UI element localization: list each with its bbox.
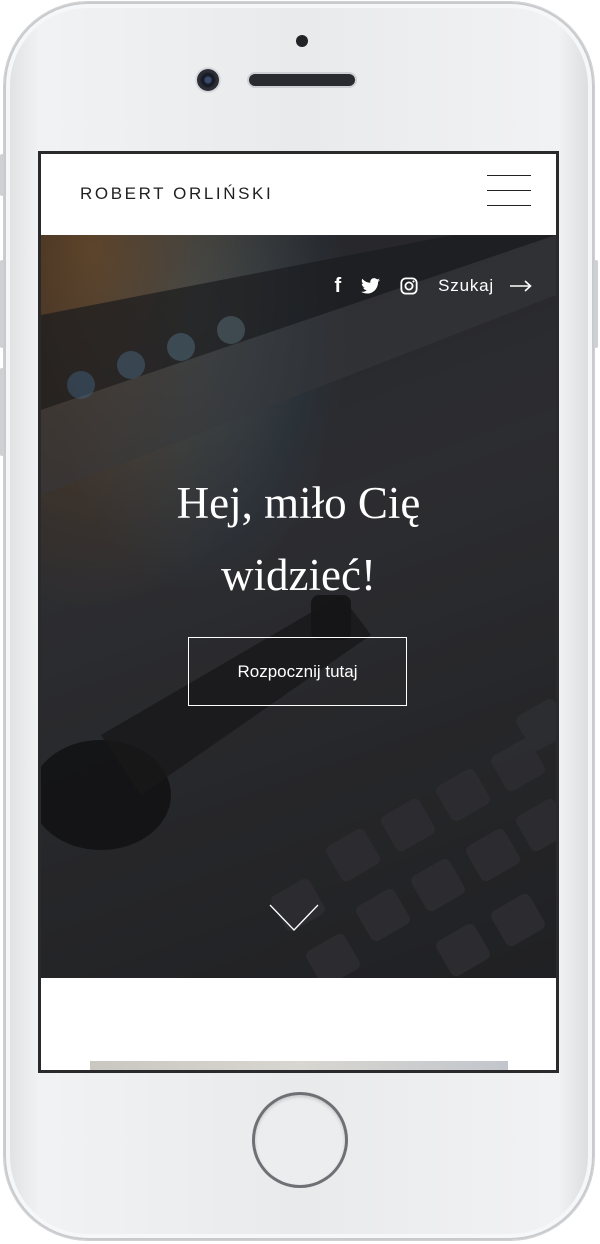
hero-top-nav: f Szukaj: [335, 275, 533, 297]
menu-line: [487, 190, 531, 191]
hamburger-menu-icon[interactable]: [487, 174, 531, 208]
home-button[interactable]: [255, 1095, 345, 1185]
phone-screen: ROBERT ORLIŃSKI f Szukaj Hej, miło Cię w…: [38, 151, 559, 1073]
twitter-icon[interactable]: [361, 278, 381, 294]
hero-heading-line-2: widzieć!: [221, 550, 376, 600]
menu-line: [487, 175, 531, 176]
hero-heading-line-1: Hej, miło Cię: [176, 478, 421, 528]
search-link[interactable]: Szukaj: [438, 276, 494, 296]
mute-switch: [0, 154, 4, 196]
content-section: [41, 978, 556, 1070]
arrow-right-icon[interactable]: [510, 280, 532, 292]
facebook-icon[interactable]: f: [335, 275, 342, 297]
volume-up-button: [0, 260, 4, 348]
front-camera: [197, 69, 219, 91]
menu-line: [487, 205, 531, 206]
volume-down-button: [0, 368, 4, 456]
site-header: ROBERT ORLIŃSKI: [41, 154, 556, 235]
instagram-icon[interactable]: [400, 277, 418, 295]
start-here-button[interactable]: Rozpocznij tutaj: [188, 637, 407, 706]
hero-heading: Hej, miło Cię widzieć!: [41, 467, 556, 611]
hero-section: f Szukaj Hej, miło Cię widzieć! Rozpoczn…: [41, 235, 556, 978]
proximity-sensor: [296, 35, 308, 47]
chevron-down-icon[interactable]: [269, 904, 319, 932]
site-title[interactable]: ROBERT ORLIŃSKI: [80, 184, 273, 204]
power-button: [594, 260, 598, 348]
earpiece-speaker: [249, 74, 355, 86]
featured-image-top: [90, 1061, 508, 1070]
